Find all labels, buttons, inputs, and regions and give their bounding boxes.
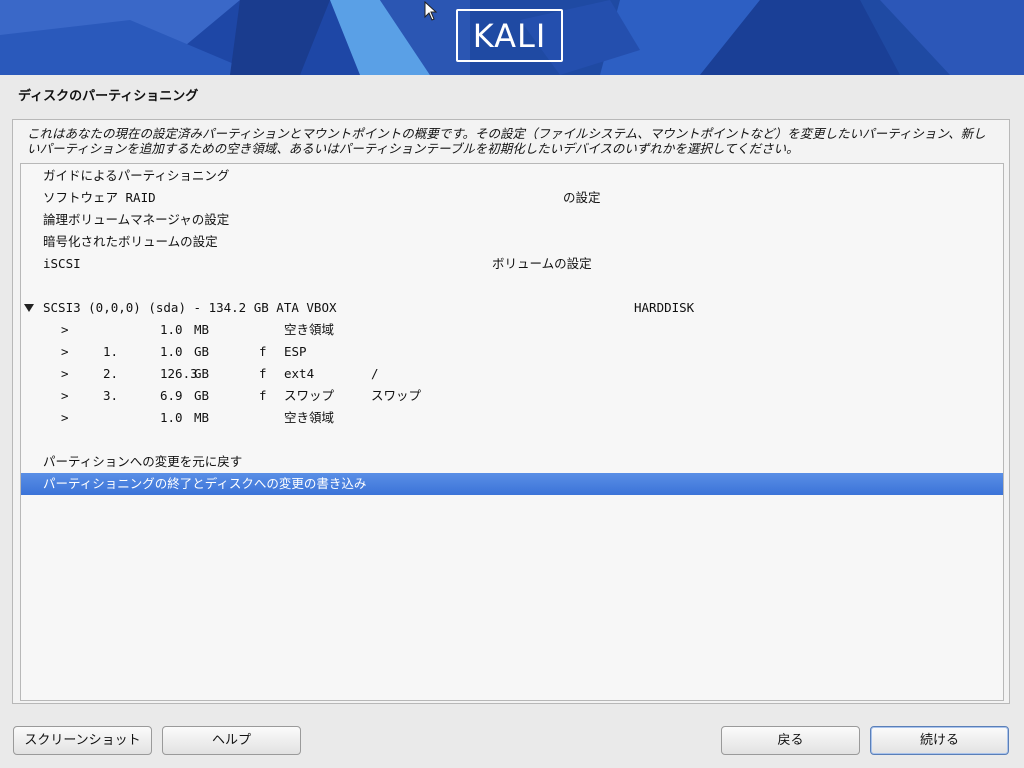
disk-label: SCSI3 (0,0,0) (sda) - 134.2 GB ATA VBOX <box>43 300 337 315</box>
list-item-label: 論理ボリュームマネージャの設定 <box>43 212 230 227</box>
partition-arrow: > <box>61 366 69 381</box>
partition-size: 126.3 <box>160 366 198 381</box>
list-item-guided-partitioning[interactable]: ガイドによるパーティショニング <box>21 165 1003 187</box>
list-item-label: パーティションへの変更を元に戻す <box>43 454 243 469</box>
list-item-label: ガイドによるパーティショニング <box>43 168 230 183</box>
expand-triangle-icon[interactable] <box>24 304 34 312</box>
partition-filesystem: スワップ <box>284 388 335 403</box>
partition-filesystem: ESP <box>284 344 307 359</box>
list-item-lvm[interactable]: 論理ボリュームマネージャの設定 <box>21 209 1003 231</box>
list-item-label: iSCSI <box>43 256 81 271</box>
kali-logo: KALI <box>456 9 563 62</box>
list-item-undo-changes[interactable]: パーティションへの変更を元に戻す <box>21 451 1003 473</box>
partition-size: 1.0 <box>160 410 183 425</box>
disk-row-sda[interactable]: SCSI3 (0,0,0) (sda) - 134.2 GB ATA VBOX … <box>21 297 1003 319</box>
partition-list: ガイドによるパーティショニング ソフトウェア RAID の設定 論理ボリュームマ… <box>20 163 1004 701</box>
list-item-label-suffix: の設定 <box>563 190 601 205</box>
partition-unit: GB <box>194 388 210 403</box>
kali-banner: KALI <box>0 0 1024 75</box>
partition-flag: f <box>259 388 267 403</box>
partition-arrow: > <box>61 322 69 337</box>
partition-unit: MB <box>194 410 210 425</box>
partition-row[interactable]: >1. 1.0 GB f ESP <box>21 341 1003 363</box>
partition-mountpoint: / <box>371 366 379 381</box>
partition-size: 1.0 <box>160 344 183 359</box>
list-item-label: パーティショニングの終了とディスクへの変更の書き込み <box>43 476 367 491</box>
list-item-encrypted-volumes[interactable]: 暗号化されたボリュームの設定 <box>21 231 1003 253</box>
description-text: これはあなたの現在の設定済みパーティションとマウントポイントの概要です。その設定… <box>27 126 986 156</box>
list-item-label: 暗号化されたボリュームの設定 <box>43 234 218 249</box>
partition-number: 3. <box>103 388 119 403</box>
partition-row[interactable]: >1.0 MB 空き領域 <box>21 319 1003 341</box>
partition-flag: f <box>259 366 267 381</box>
partition-filesystem: ext4 <box>284 366 315 381</box>
list-item-label-suffix: ボリュームの設定 <box>492 256 592 271</box>
page-title: ディスクのパーティショニング <box>18 89 199 104</box>
partition-row[interactable]: >2. 126.3 GB f ext4 / <box>21 363 1003 385</box>
partition-arrow: > <box>61 388 69 403</box>
partition-unit: GB <box>194 366 210 381</box>
partition-row[interactable]: >1.0 MB 空き領域 <box>21 407 1003 429</box>
help-button[interactable]: ヘルプ <box>162 726 301 755</box>
partition-mountpoint: スワップ <box>371 388 422 403</box>
partition-number: 1. <box>103 344 119 359</box>
disk-model: HARDDISK <box>634 300 695 315</box>
partition-flag: f <box>259 344 267 359</box>
partition-unit: MB <box>194 322 210 337</box>
back-button[interactable]: 戻る <box>721 726 860 755</box>
partition-size: 1.0 <box>160 322 183 337</box>
list-item-software-raid[interactable]: ソフトウェア RAID の設定 <box>21 187 1003 209</box>
list-item-label: ソフトウェア RAID <box>43 190 156 205</box>
partition-arrow: > <box>61 410 69 425</box>
continue-button[interactable]: 続ける <box>870 726 1009 755</box>
list-item-finish-partitioning[interactable]: パーティショニングの終了とディスクへの変更の書き込み <box>21 473 1003 495</box>
partition-number: 2. <box>103 366 119 381</box>
partition-row[interactable]: >3. 6.9 GB f スワップ スワップ <box>21 385 1003 407</box>
partition-panel: これはあなたの現在の設定済みパーティションとマウントポイントの概要です。その設定… <box>12 119 1010 704</box>
screenshot-button[interactable]: スクリーンショット <box>13 726 152 755</box>
partition-filesystem: 空き領域 <box>284 410 335 425</box>
mouse-cursor-icon <box>424 1 438 21</box>
list-item-iscsi[interactable]: iSCSI ボリュームの設定 <box>21 253 1003 275</box>
partition-unit: GB <box>194 344 210 359</box>
partition-filesystem: 空き領域 <box>284 322 335 337</box>
partition-arrow: > <box>61 344 69 359</box>
partition-size: 6.9 <box>160 388 183 403</box>
